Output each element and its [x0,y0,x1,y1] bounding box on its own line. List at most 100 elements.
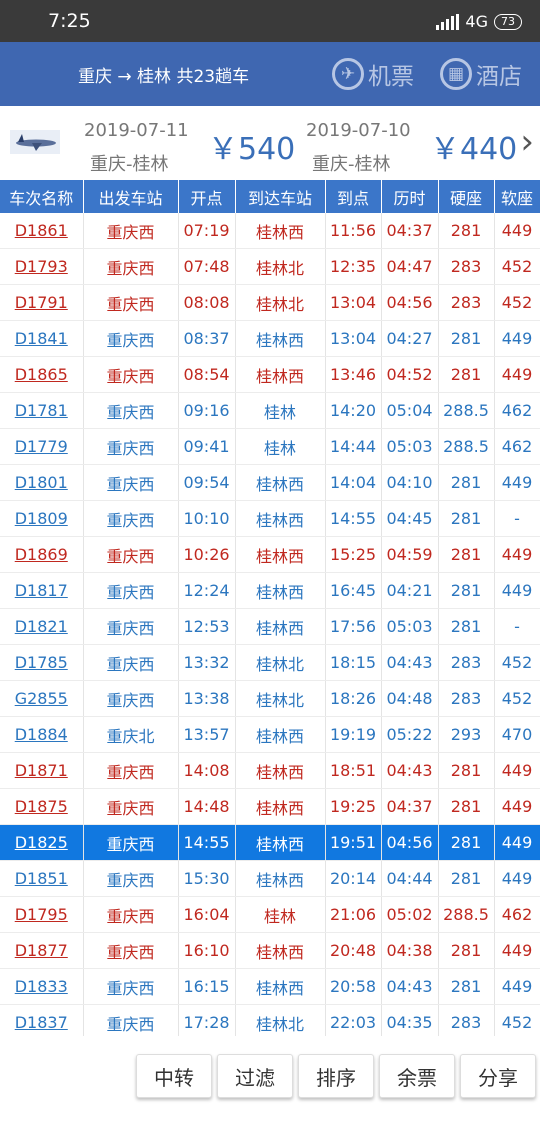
depart-time: 09:54 [178,464,236,501]
col-arrive[interactable]: 到点 [325,180,382,213]
table-row[interactable]: D1871 重庆西 14:08 桂林西 18:51 04:43 281 449 [0,752,540,789]
duration: 04:48 [381,680,439,717]
flight-banner[interactable]: 2019-07-11 重庆-桂林 ￥540 2019-07-10 重庆-桂林 ￥… [0,106,540,181]
train-number[interactable]: D1779 [0,428,84,465]
app-header: 重庆 → 桂林 共23趟车 ✈ 机票 ▦ 酒店 [0,42,540,106]
table-row[interactable]: D1861 重庆西 07:19 桂林西 11:56 04:37 281 449 [0,213,540,249]
soft-seat-price: 462 [494,392,540,429]
to-station: 桂林西 [235,500,326,537]
train-number[interactable]: G2855 [0,680,84,717]
filter-button[interactable]: 过滤 [217,1054,293,1098]
arrive-time: 15:25 [325,536,382,573]
duration: 04:47 [381,248,439,285]
table-row[interactable]: D1833 重庆西 16:15 桂林西 20:58 04:43 281 449 [0,968,540,1005]
arrive-time: 13:04 [325,284,382,321]
duration: 05:04 [381,392,439,429]
table-row[interactable]: D1781 重庆西 09:16 桂林 14:20 05:04 288.5 462 [0,392,540,429]
train-number[interactable]: D1809 [0,500,84,537]
arrive-time: 14:55 [325,500,382,537]
hard-seat-price: 281 [438,536,495,573]
chevron-right-icon[interactable]: › [520,122,534,162]
train-number[interactable]: D1825 [0,824,84,861]
table-row[interactable]: D1785 重庆西 13:32 桂林北 18:15 04:43 283 452 [0,644,540,681]
train-number[interactable]: D1851 [0,860,84,897]
to-station: 桂林西 [235,464,326,501]
duration: 04:37 [381,788,439,825]
from-station: 重庆西 [83,320,179,357]
hard-seat-price: 281 [438,788,495,825]
soft-seat-price: 449 [494,536,540,573]
from-station: 重庆西 [83,932,179,969]
train-number[interactable]: D1871 [0,752,84,789]
soft-seat-price: 449 [494,464,540,501]
flight-price-2[interactable]: ￥440 [430,124,517,168]
train-number[interactable]: D1841 [0,320,84,357]
duration: 04:37 [381,213,439,249]
table-row[interactable]: D1865 重庆西 08:54 桂林西 13:46 04:52 281 449 [0,356,540,393]
table-row[interactable]: D1877 重庆西 16:10 桂林西 20:48 04:38 281 449 [0,932,540,969]
table-row[interactable]: D1825 重庆西 14:55 桂林西 19:51 04:56 281 449 [0,824,540,861]
duration: 04:10 [381,464,439,501]
col-depart[interactable]: 开点 [178,180,236,213]
to-station: 桂林西 [235,572,326,609]
train-number[interactable]: D1801 [0,464,84,501]
hotel-button[interactable]: ▦ 酒店 [440,54,522,94]
col-train[interactable]: 车次名称 [0,180,84,213]
table-row[interactable]: D1791 重庆西 08:08 桂林北 13:04 04:56 283 452 [0,284,540,321]
to-station: 桂林西 [235,788,326,825]
to-station: 桂林北 [235,248,326,285]
train-number[interactable]: D1793 [0,248,84,285]
remaining-tickets-button[interactable]: 余票 [379,1054,455,1098]
train-number[interactable]: D1875 [0,788,84,825]
from-station: 重庆西 [83,213,179,249]
table-row[interactable]: D1801 重庆西 09:54 桂林西 14:04 04:10 281 449 [0,464,540,501]
soft-seat-price: 449 [494,572,540,609]
train-number[interactable]: D1795 [0,896,84,933]
share-button[interactable]: 分享 [460,1054,536,1098]
to-station: 桂林西 [235,860,326,897]
airplane-icon [10,130,60,154]
col-soft-seat[interactable]: 软座 [494,180,540,213]
depart-time: 12:24 [178,572,236,609]
duration: 05:03 [381,428,439,465]
col-hard-seat[interactable]: 硬座 [438,180,495,213]
table-row[interactable]: D1779 重庆西 09:41 桂林 14:44 05:03 288.5 462 [0,428,540,465]
train-number[interactable]: D1869 [0,536,84,573]
duration: 05:02 [381,896,439,933]
depart-time: 16:04 [178,896,236,933]
train-number[interactable]: D1791 [0,284,84,321]
hard-seat-price: 281 [438,356,495,393]
train-number[interactable]: D1877 [0,932,84,969]
from-station: 重庆西 [83,428,179,465]
train-number[interactable]: D1817 [0,572,84,609]
col-from[interactable]: 出发车站 [83,180,179,213]
train-number[interactable]: D1884 [0,716,84,753]
train-number[interactable]: D1865 [0,356,84,393]
table-row[interactable]: D1821 重庆西 12:53 桂林西 17:56 05:03 281- [0,608,540,645]
flight-button[interactable]: ✈ 机票 [332,54,414,94]
table-row[interactable]: D1817 重庆西 12:24 桂林西 16:45 04:21 281 449 [0,572,540,609]
train-number[interactable]: D1821 [0,608,84,645]
col-to[interactable]: 到达车站 [235,180,326,213]
col-duration[interactable]: 历时 [381,180,439,213]
table-row[interactable]: D1793 重庆西 07:48 桂林北 12:35 04:47 283 452 [0,248,540,285]
duration: 05:22 [381,716,439,753]
table-row[interactable]: D1841 重庆西 08:37 桂林西 13:04 04:27 281 449 [0,320,540,357]
arrive-time: 12:35 [325,248,382,285]
transfer-button[interactable]: 中转 [136,1054,212,1098]
table-row[interactable]: G2855 重庆西 13:38 桂林北 18:26 04:48 283 452 [0,680,540,717]
table-row[interactable]: D1851 重庆西 15:30 桂林西 20:14 04:44 281 449 [0,860,540,897]
table-row[interactable]: D1869 重庆西 10:26 桂林西 15:25 04:59 281 449 [0,536,540,573]
table-row[interactable]: D1875 重庆西 14:48 桂林西 19:25 04:37 281 449 [0,788,540,825]
table-row[interactable]: D1795 重庆西 16:04 桂林 21:06 05:02 288.5 462 [0,896,540,933]
train-number[interactable]: D1861 [0,213,84,249]
soft-seat-price: 462 [494,896,540,933]
train-number[interactable]: D1833 [0,968,84,1005]
sort-button[interactable]: 排序 [298,1054,374,1098]
duration: 04:56 [381,284,439,321]
train-number[interactable]: D1781 [0,392,84,429]
table-row[interactable]: D1809 重庆西 10:10 桂林西 14:55 04:45 281- [0,500,540,537]
train-number[interactable]: D1785 [0,644,84,681]
flight-price-1[interactable]: ￥540 [208,124,295,168]
table-row[interactable]: D1884 重庆北 13:57 桂林西 19:19 05:22 293 470 [0,716,540,753]
